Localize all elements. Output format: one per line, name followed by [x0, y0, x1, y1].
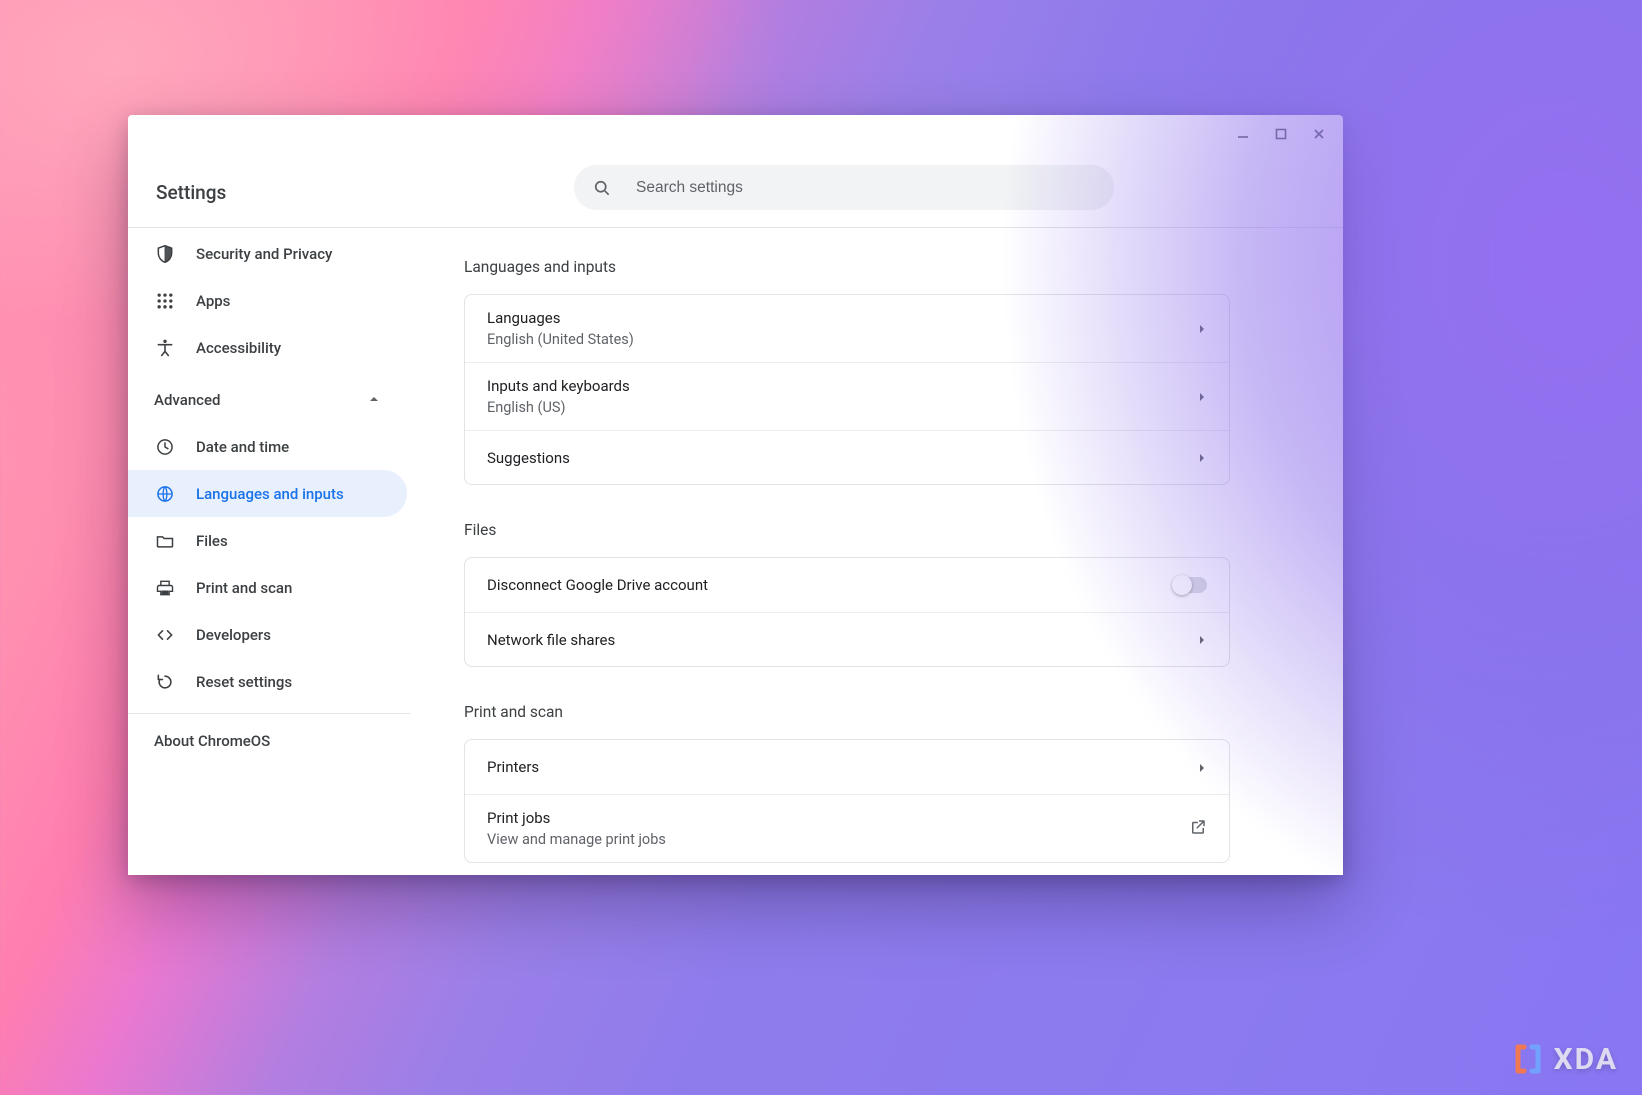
reset-icon: [154, 671, 176, 693]
settings-window: Settings Security and Privacy Apps: [128, 115, 1343, 875]
chevron-right-icon: [1197, 758, 1207, 777]
row-title: Printers: [487, 758, 1197, 776]
watermark: XDA: [1510, 1041, 1618, 1077]
row-title: Print jobs: [487, 809, 1189, 827]
disconnect-drive-toggle[interactable]: [1173, 577, 1207, 593]
content-pane[interactable]: Languages and inputs Languages English (…: [410, 228, 1343, 875]
section-heading-files: Files: [464, 521, 1225, 539]
watermark-text: XDA: [1554, 1042, 1618, 1077]
sidebar-item-label: Print and scan: [196, 579, 292, 597]
sidebar-item-label: About ChromeOS: [154, 732, 270, 750]
sidebar-item-files[interactable]: Files: [128, 517, 410, 564]
sidebar-item-label: Date and time: [196, 438, 289, 456]
section-heading-languages-inputs: Languages and inputs: [464, 258, 1225, 276]
row-languages[interactable]: Languages English (United States): [465, 295, 1229, 362]
sidebar-item-label: Files: [196, 532, 228, 550]
shield-icon: [154, 243, 176, 265]
page-title: Settings: [156, 181, 226, 204]
row-subtitle: English (US): [487, 399, 1197, 416]
sidebar: Security and Privacy Apps Accessibility …: [128, 228, 410, 875]
sidebar-group-advanced[interactable]: Advanced: [128, 377, 410, 423]
row-title: Suggestions: [487, 449, 1197, 467]
watermark-bracket-icon: [1510, 1041, 1546, 1077]
sidebar-item-label: Reset settings: [196, 673, 292, 691]
row-title: Inputs and keyboards: [487, 377, 1197, 395]
chevron-right-icon: [1197, 319, 1207, 338]
chevron-up-icon: [368, 391, 380, 409]
search-icon: [592, 178, 612, 198]
accessibility-icon: [154, 337, 176, 359]
apps-grid-icon: [154, 290, 176, 312]
sidebar-item-label: Apps: [196, 292, 230, 310]
row-title: Disconnect Google Drive account: [487, 576, 1173, 594]
row-subtitle: English (United States): [487, 331, 1197, 348]
search-input[interactable]: [636, 179, 1096, 197]
chevron-right-icon: [1197, 448, 1207, 467]
sidebar-item-reset-settings[interactable]: Reset settings: [128, 658, 410, 705]
row-inputs-keyboards[interactable]: Inputs and keyboards English (US): [465, 362, 1229, 430]
topbar: Settings: [128, 115, 1343, 228]
row-suggestions[interactable]: Suggestions: [465, 430, 1229, 484]
card-languages-inputs: Languages English (United States) Inputs…: [464, 294, 1230, 485]
open-external-icon: [1189, 818, 1207, 840]
window-body: Security and Privacy Apps Accessibility …: [128, 228, 1343, 875]
sidebar-item-apps[interactable]: Apps: [128, 277, 410, 324]
sidebar-item-label: Languages and inputs: [196, 485, 344, 503]
globe-icon: [154, 483, 176, 505]
card-files: Disconnect Google Drive account Network …: [464, 557, 1230, 667]
sidebar-item-accessibility[interactable]: Accessibility: [128, 324, 410, 371]
code-icon: [154, 624, 176, 646]
sidebar-item-languages-inputs[interactable]: Languages and inputs: [128, 470, 407, 517]
sidebar-item-label: Developers: [196, 626, 271, 644]
search-bar[interactable]: [574, 165, 1114, 210]
sidebar-item-date-time[interactable]: Date and time: [128, 423, 410, 470]
row-subtitle: View and manage print jobs: [487, 831, 1189, 848]
sidebar-item-developers[interactable]: Developers: [128, 611, 410, 658]
sidebar-item-print-scan[interactable]: Print and scan: [128, 564, 410, 611]
clock-icon: [154, 436, 176, 458]
chevron-right-icon: [1197, 387, 1207, 406]
sidebar-group-label: Advanced: [154, 391, 220, 409]
section-heading-print-scan: Print and scan: [464, 703, 1225, 721]
row-print-jobs[interactable]: Print jobs View and manage print jobs: [465, 794, 1229, 862]
row-title: Languages: [487, 309, 1197, 327]
row-network-file-shares[interactable]: Network file shares: [465, 612, 1229, 666]
row-printers[interactable]: Printers: [465, 740, 1229, 794]
chevron-right-icon: [1197, 630, 1207, 649]
card-print-scan: Printers Print jobs View and manage prin…: [464, 739, 1230, 863]
sidebar-item-about-chromeos[interactable]: About ChromeOS: [128, 714, 410, 750]
row-disconnect-drive[interactable]: Disconnect Google Drive account: [465, 558, 1229, 612]
row-title: Network file shares: [487, 631, 1197, 649]
sidebar-item-label: Accessibility: [196, 339, 281, 357]
sidebar-item-security-privacy[interactable]: Security and Privacy: [128, 230, 410, 277]
folder-icon: [154, 530, 176, 552]
printer-icon: [154, 577, 176, 599]
sidebar-item-label: Security and Privacy: [196, 245, 332, 263]
